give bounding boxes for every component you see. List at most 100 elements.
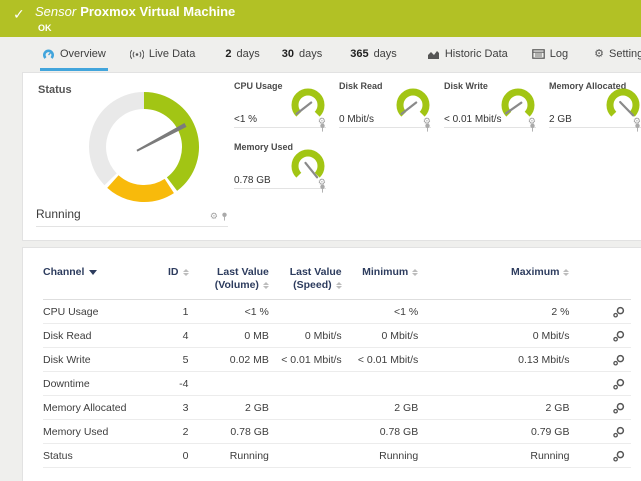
cell-channel: Downtime — [43, 378, 150, 390]
sort-icon[interactable] — [563, 269, 569, 276]
tab-settings[interactable]: ⚙ Settings — [592, 40, 641, 71]
gauge-cell-disk-read[interactable]: Disk Read0 Mbit/s⚙ — [339, 80, 431, 128]
column-header-last-value[interactable]: Last Value(Speed) — [269, 266, 342, 292]
cell-minimum: < 0.01 Mbit/s — [342, 354, 419, 366]
gauge-needle — [306, 163, 318, 177]
tab-label: days — [374, 48, 397, 60]
table-row-status: Status0RunningRunningRunning — [43, 444, 631, 468]
tab-label: Live Data — [149, 48, 195, 60]
tab-number: 365 — [350, 48, 368, 60]
channel-settings-icon[interactable] — [613, 306, 625, 318]
pin-icon[interactable] — [424, 123, 431, 132]
gauge-segment-gray — [98, 101, 144, 180]
tab-30-days[interactable]: 30days — [280, 40, 325, 71]
gauge-cell-cpu-usage[interactable]: CPU Usage<1 %⚙ — [234, 80, 326, 128]
cell-id: -4 — [150, 378, 188, 390]
table-row-disk-write: Disk Write50.02 MB< 0.01 Mbit/s< 0.01 Mb… — [43, 348, 631, 372]
gauge-segment-yellow — [113, 182, 169, 194]
pin-icon[interactable] — [319, 184, 326, 193]
cell-channel: Memory Used — [43, 426, 150, 438]
tab-label: Log — [550, 48, 568, 60]
gauge-value: 2 GB — [549, 114, 572, 125]
cell-minimum: <1 % — [342, 306, 419, 318]
tab-overview[interactable]: Overview — [40, 40, 108, 71]
channel-settings-icon[interactable] — [613, 426, 625, 438]
tab-label: Settings — [609, 48, 641, 60]
sort-icon[interactable] — [336, 282, 342, 289]
cell-id: 4 — [150, 330, 188, 342]
channel-settings-icon[interactable] — [613, 450, 625, 462]
historic-data-icon — [427, 49, 440, 60]
table-row-memory-allocated: Memory Allocated32 GB2 GB2 GB — [43, 396, 631, 420]
cell-id: 2 — [150, 426, 188, 438]
cell-id: 5 — [150, 354, 188, 366]
cell-channel: Disk Read — [43, 330, 150, 342]
tab-label: Historic Data — [445, 48, 508, 60]
column-header-id[interactable]: ID — [150, 266, 188, 278]
table-row-disk-read: Disk Read40 MB0 Mbit/s0 Mbit/s0 Mbit/s — [43, 324, 631, 348]
cell-maximum: 2 GB — [418, 402, 569, 414]
cell-maximum: 0.13 Mbit/s — [418, 354, 569, 366]
status-badge: OK — [38, 21, 641, 35]
cell-last_value_volume: 0.78 GB — [189, 426, 269, 438]
tab-historic-data[interactable]: Historic Data — [425, 40, 510, 71]
status-gauge-value: Running — [36, 207, 81, 221]
status-gauge-title: Status — [38, 84, 72, 96]
channel-settings-icon[interactable] — [613, 354, 625, 366]
tab-label: Overview — [60, 48, 106, 60]
sort-desc-icon[interactable] — [89, 270, 97, 275]
gauge-value: 0.78 GB — [234, 175, 271, 186]
cell-last_value_volume: Running — [189, 450, 269, 462]
column-header-maximum[interactable]: Maximum — [418, 266, 569, 278]
cell-maximum: Running — [418, 450, 569, 462]
status-gauge[interactable] — [79, 83, 209, 213]
page-title: Proxmox Virtual Machine — [80, 4, 235, 19]
pin-icon[interactable] — [221, 212, 228, 221]
sensor-title-line: Sensor Proxmox Virtual Machine — [35, 5, 641, 19]
channel-settings-icon[interactable] — [613, 330, 625, 342]
channel-settings-icon[interactable] — [613, 378, 625, 390]
tab-label: days — [299, 48, 322, 60]
cell-last_value_speed: 0 Mbit/s — [269, 330, 342, 342]
channel-table-header: ChannelIDLast Value(Volume)Last Value(Sp… — [43, 266, 631, 300]
channel-settings-icon[interactable] — [613, 402, 625, 414]
channel-table-body: CPU Usage1<1 %<1 %2 %Disk Read40 MB0 Mbi… — [43, 300, 631, 468]
status-gauge-footer: Running ⚙ — [36, 207, 228, 227]
gauge-value: < 0.01 Mbit/s — [444, 114, 502, 125]
table-row-downtime: Downtime-4 — [43, 372, 631, 396]
gear-icon[interactable]: ⚙ — [210, 212, 218, 221]
status-panel: Status Running ⚙ CPU Usage<1 %⚙ Disk Read… — [22, 72, 641, 241]
cell-id: 0 — [150, 450, 188, 462]
pin-icon[interactable] — [529, 123, 536, 132]
cell-minimum: Running — [342, 450, 419, 462]
tab-2-days[interactable]: 2days — [223, 40, 261, 71]
cell-last_value_volume: 0 MB — [189, 330, 269, 342]
pin-icon[interactable] — [319, 123, 326, 132]
tab-365-days[interactable]: 365 days — [348, 40, 399, 71]
table-row-memory-used: Memory Used20.78 GB0.78 GB0.79 GB — [43, 420, 631, 444]
live-data-icon — [130, 49, 144, 60]
pin-icon[interactable] — [634, 123, 641, 132]
column-header-channel[interactable]: Channel — [43, 266, 150, 278]
ok-check-icon: ✓ — [13, 6, 25, 23]
sensor-kind-label: Sensor — [35, 4, 76, 19]
gauge-icon — [42, 48, 55, 61]
tab-log[interactable]: Log — [530, 40, 570, 71]
gauge-cell-memory-used[interactable]: Memory Used0.78 GB⚙ — [234, 141, 326, 189]
cell-maximum: 0 Mbit/s — [418, 330, 569, 342]
cell-maximum: 2 % — [418, 306, 569, 318]
tab-label: days — [236, 48, 259, 60]
column-header-last-value[interactable]: Last Value(Volume) — [189, 266, 269, 292]
cell-channel: Memory Allocated — [43, 402, 150, 414]
cell-id: 3 — [150, 402, 188, 414]
settings-gear-icon: ⚙ — [594, 49, 604, 60]
tab-live-data[interactable]: Live Data — [128, 40, 197, 71]
cell-id: 1 — [150, 306, 188, 318]
cell-last_value_speed: < 0.01 Mbit/s — [269, 354, 342, 366]
cell-channel: Disk Write — [43, 354, 150, 366]
gauge-cell-disk-write[interactable]: Disk Write< 0.01 Mbit/s⚙ — [444, 80, 536, 128]
cell-last_value_volume: 2 GB — [189, 402, 269, 414]
log-icon — [532, 49, 545, 59]
column-header-minimum[interactable]: Minimum — [342, 266, 419, 278]
gauge-cell-memory-allocated[interactable]: Memory Allocated2 GB⚙ — [549, 80, 641, 128]
